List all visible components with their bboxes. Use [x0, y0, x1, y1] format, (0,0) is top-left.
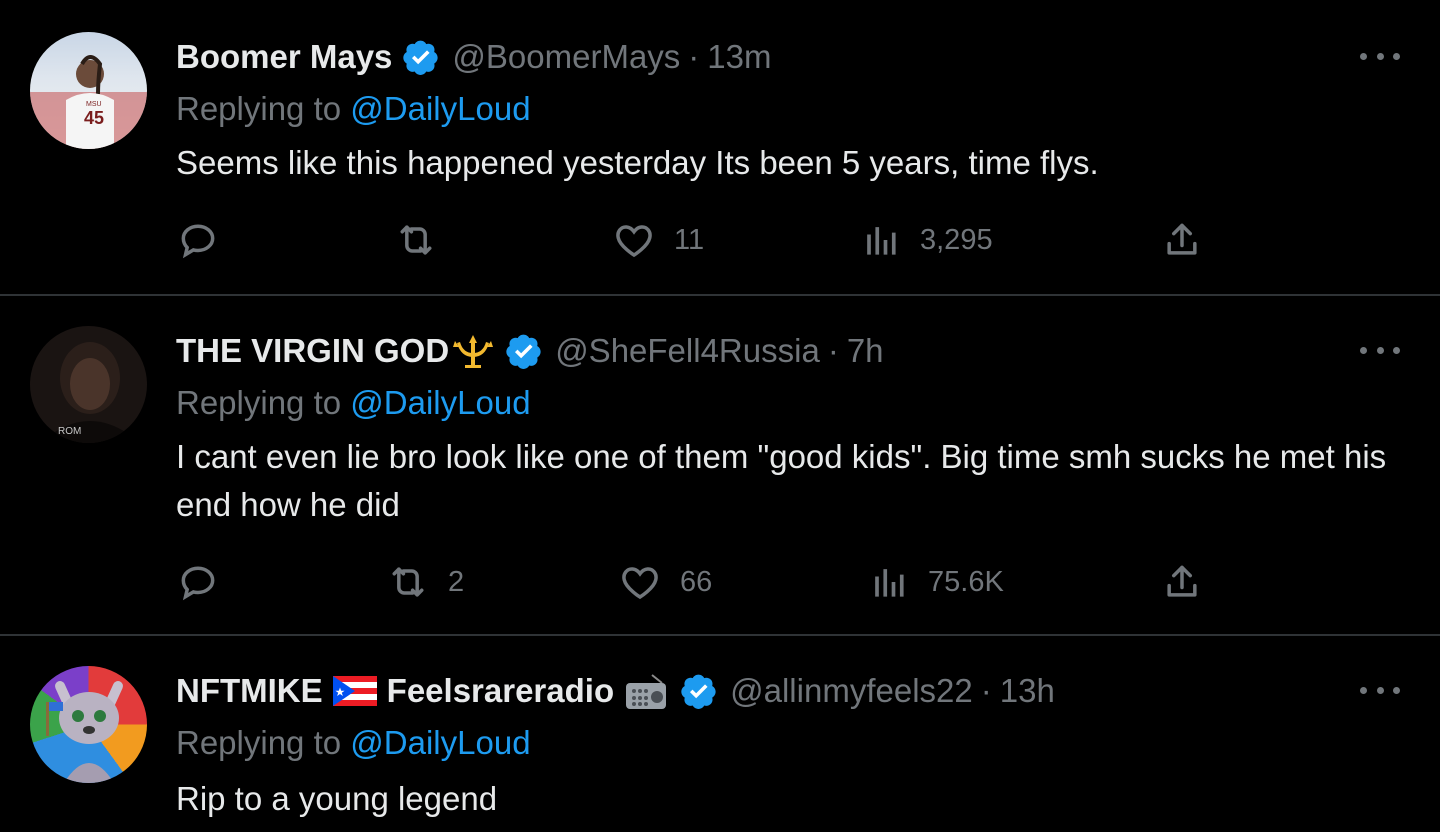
- reply-icon: [176, 560, 220, 604]
- views-button[interactable]: 3,295: [858, 218, 993, 262]
- puerto-rico-flag-icon: [332, 676, 377, 706]
- tweet-header: THE VIRGIN GOD @SheFell4Russia · 7h: [176, 328, 884, 374]
- replying-prefix: Replying to: [176, 384, 342, 421]
- svg-text:MSU: MSU: [86, 101, 102, 108]
- verified-badge-icon: [505, 332, 543, 370]
- verified-badge-icon: [402, 38, 440, 76]
- retweet-icon: [394, 218, 438, 262]
- mention-link[interactable]: @DailyLoud: [350, 724, 530, 761]
- replying-to: Replying to @DailyLoud: [176, 384, 531, 422]
- retweet-icon: [386, 560, 430, 604]
- replying-to: Replying to @DailyLoud: [176, 90, 531, 128]
- retweet-button[interactable]: [394, 218, 438, 262]
- heart-icon: [618, 560, 662, 604]
- like-button[interactable]: 66: [618, 560, 712, 604]
- tweet-header: NFTMIKE Feelsrareradio @allinmyfeels22 ·…: [176, 668, 1055, 714]
- tweet-text: Seems like this happened yesterday Its b…: [176, 144, 1099, 181]
- retweet-button[interactable]: 2: [386, 560, 464, 604]
- trident-emoji-icon: [453, 335, 494, 368]
- user-handle[interactable]: @BoomerMays: [452, 38, 680, 76]
- avatar[interactable]: ROM: [30, 326, 147, 443]
- like-count: 66: [680, 565, 713, 598]
- avatar[interactable]: [30, 666, 147, 783]
- share-button[interactable]: [1160, 560, 1204, 604]
- separator: ·: [827, 332, 839, 369]
- tweet[interactable]: ROM THE VIRGIN GOD @SheFell4Russia · 7h …: [0, 296, 1440, 636]
- svg-text:ROM: ROM: [58, 426, 81, 437]
- user-handle[interactable]: @allinmyfeels22: [730, 672, 973, 710]
- display-name[interactable]: THE VIRGIN GOD: [176, 332, 449, 370]
- views-button[interactable]: 75.6K: [866, 560, 1004, 604]
- more-options-icon[interactable]: [1360, 340, 1400, 360]
- view-count: 3,295: [920, 223, 993, 256]
- replying-to: Replying to @DailyLoud: [176, 724, 531, 762]
- tweet-text: Rip to a young legend: [176, 780, 498, 817]
- share-icon: [1160, 560, 1204, 604]
- separator: ·: [688, 38, 700, 75]
- replying-prefix: Replying to: [176, 90, 342, 127]
- timestamp[interactable]: 13h: [1000, 672, 1055, 710]
- display-name[interactable]: NFTMIKE: [176, 672, 323, 710]
- mention-link[interactable]: @DailyLoud: [350, 384, 530, 421]
- display-name[interactable]: Boomer Mays: [176, 38, 392, 76]
- retweet-count: 2: [448, 565, 465, 598]
- tweet[interactable]: 45 MSU Boomer Mays @BoomerMays · 13m Rep…: [0, 0, 1440, 296]
- reply-button[interactable]: [176, 218, 220, 262]
- tweet-text: I cant even lie bro look like one of the…: [176, 438, 1387, 523]
- user-handle[interactable]: @SheFell4Russia: [555, 332, 820, 370]
- mention-link[interactable]: @DailyLoud: [350, 90, 530, 127]
- more-options-icon[interactable]: [1360, 680, 1400, 700]
- timestamp[interactable]: 13m: [707, 38, 771, 76]
- reply-icon: [176, 218, 220, 262]
- reply-button[interactable]: [176, 560, 220, 604]
- more-options-icon[interactable]: [1360, 46, 1400, 66]
- views-icon: [858, 218, 902, 262]
- radio-emoji-icon: [626, 674, 667, 709]
- share-icon: [1160, 218, 1204, 262]
- share-button[interactable]: [1160, 218, 1204, 262]
- like-button[interactable]: 11: [612, 218, 704, 262]
- timestamp[interactable]: 7h: [847, 332, 884, 370]
- verified-badge-icon: [680, 672, 718, 710]
- views-icon: [866, 560, 910, 604]
- separator: ·: [980, 672, 992, 709]
- heart-icon: [612, 218, 656, 262]
- display-name-suffix[interactable]: Feelsrareradio: [387, 672, 614, 710]
- tweet[interactable]: NFTMIKE Feelsrareradio @allinmyfeels22 ·…: [0, 636, 1440, 832]
- view-count: 75.6K: [928, 565, 1004, 598]
- svg-text:45: 45: [84, 108, 104, 128]
- avatar[interactable]: 45 MSU: [30, 32, 147, 149]
- tweet-header: Boomer Mays @BoomerMays · 13m: [176, 34, 772, 80]
- like-count: 11: [674, 223, 705, 256]
- replying-prefix: Replying to: [176, 724, 342, 761]
